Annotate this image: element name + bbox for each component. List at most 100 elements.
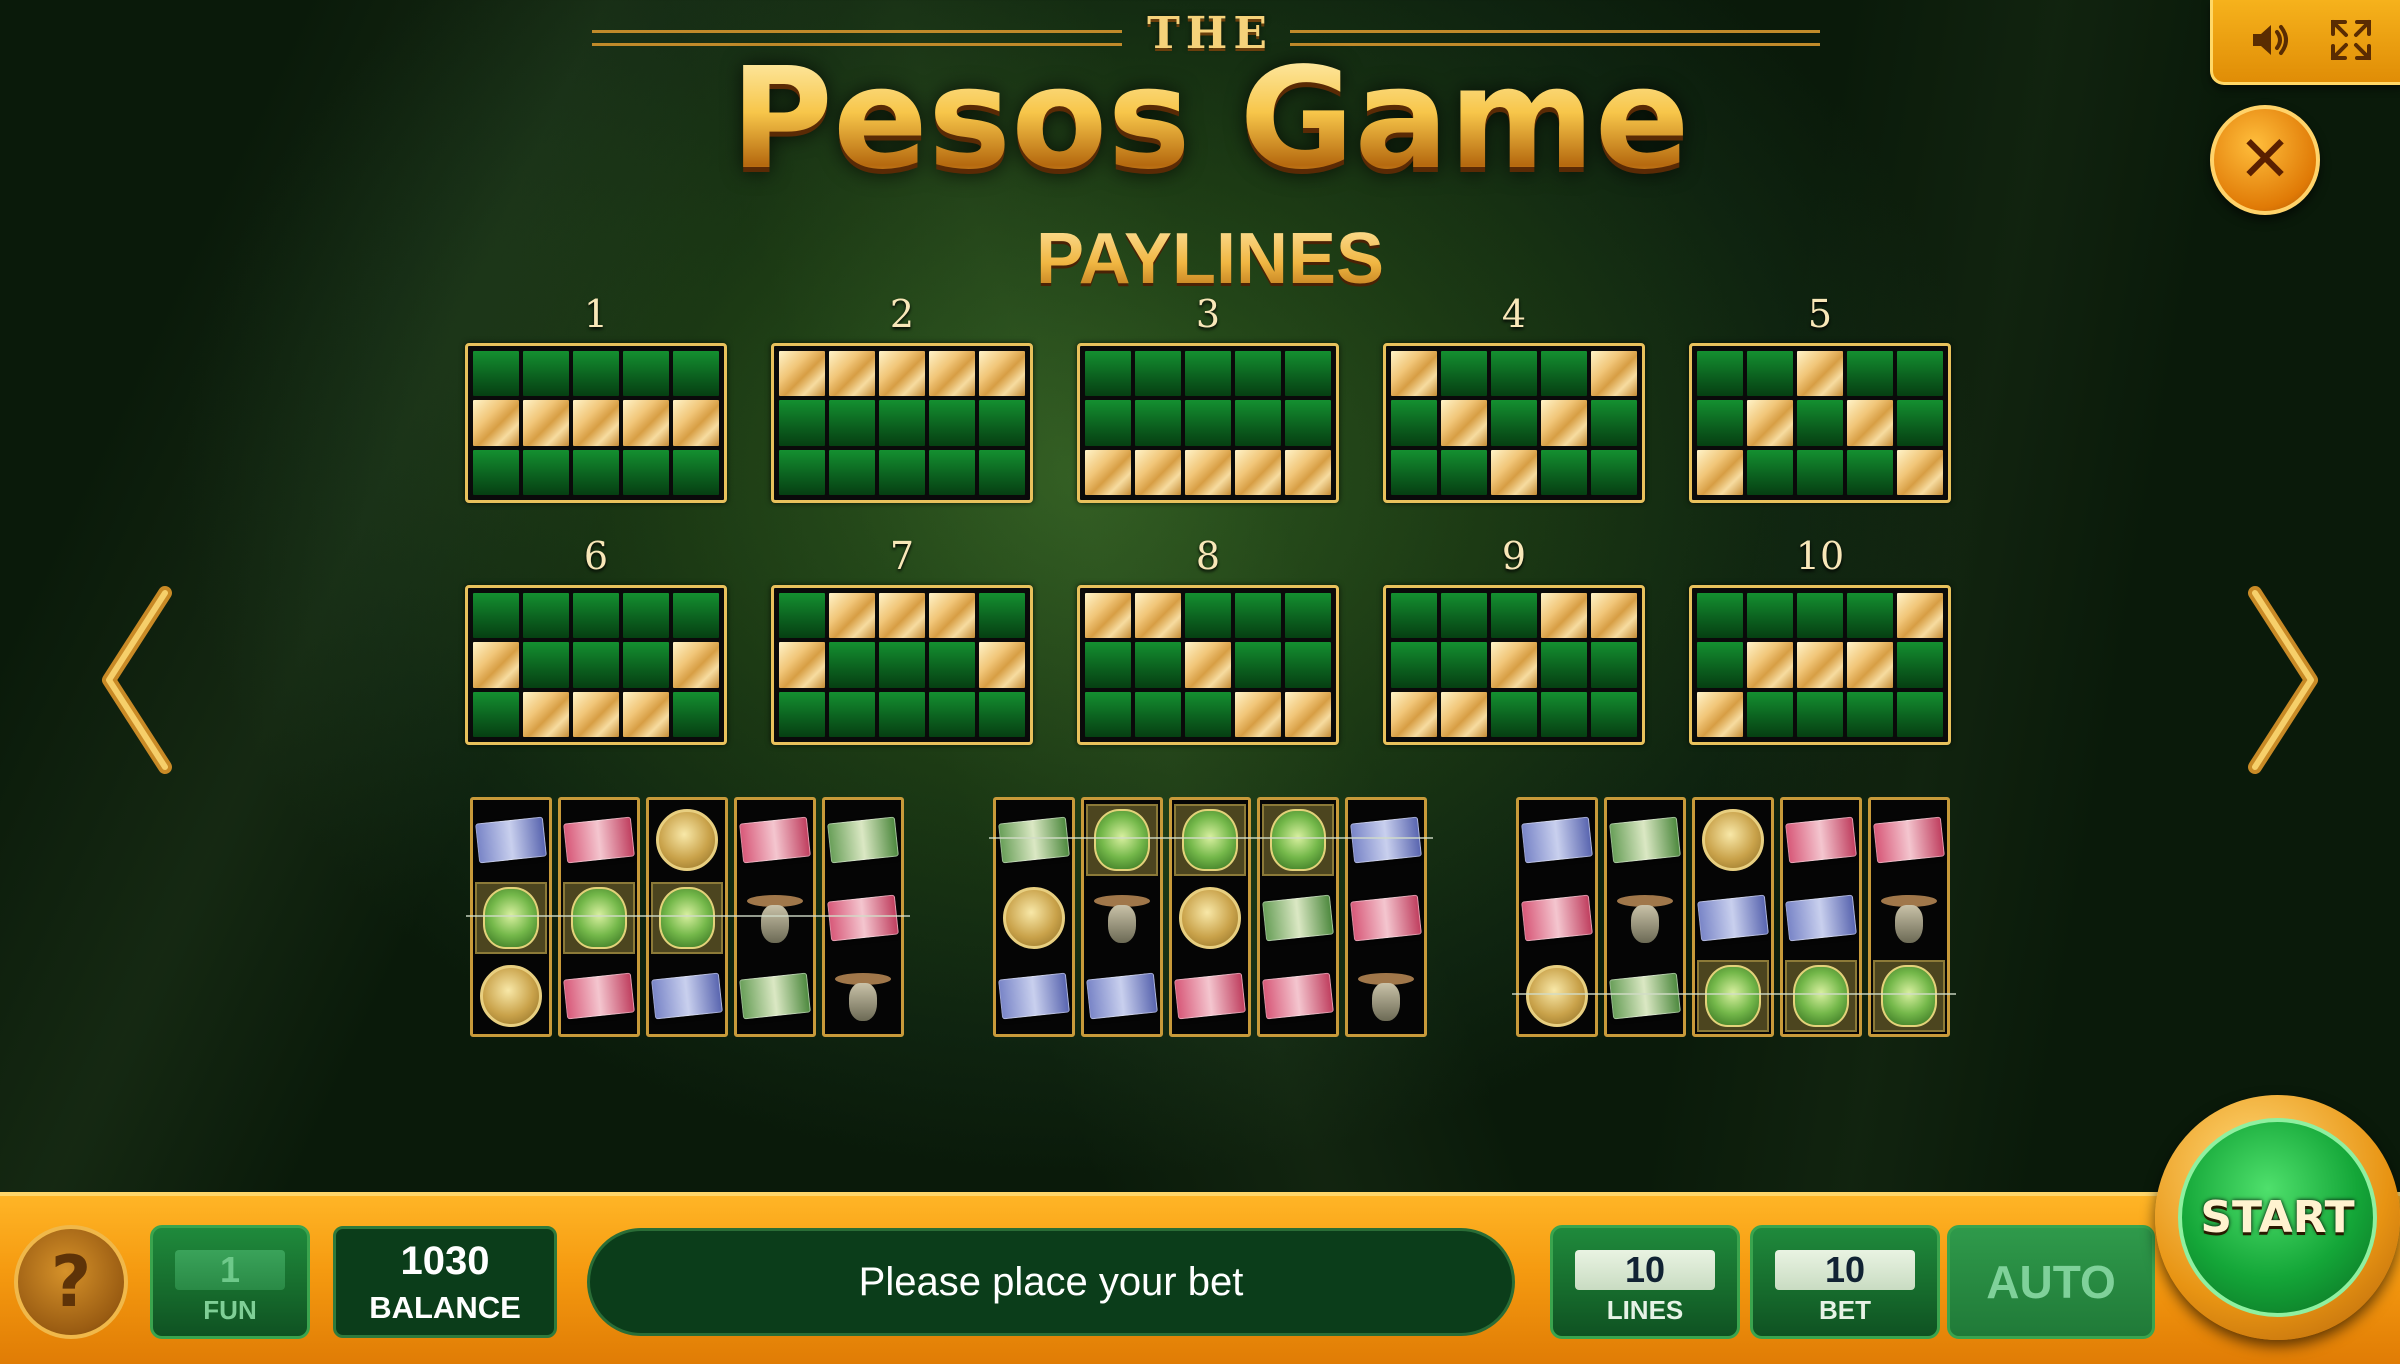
help-button[interactable]: ? <box>14 1225 128 1339</box>
payline-cell <box>1391 593 1437 639</box>
payline-cell <box>779 593 825 639</box>
bill-blue-icon <box>1521 816 1593 864</box>
reel-symbol <box>563 882 635 954</box>
payline-cell <box>523 449 569 495</box>
bet-label: BET <box>1819 1295 1871 1325</box>
payline-cell <box>673 691 719 737</box>
lines-selector[interactable]: 10 LINES <box>1550 1225 1740 1339</box>
bill-green-icon <box>1262 894 1334 942</box>
payline-cell <box>573 642 619 688</box>
reel-symbol <box>1785 806 1857 874</box>
bill-green-icon <box>1609 972 1681 1020</box>
reel-symbol <box>741 884 809 952</box>
payline-cell-active <box>779 642 825 688</box>
reel-symbol <box>1262 962 1334 1030</box>
example-reel <box>822 797 904 1037</box>
payline-cell <box>1235 593 1281 639</box>
payline-cell <box>473 593 519 639</box>
payline-cell <box>929 400 975 446</box>
reel-symbol <box>475 882 547 954</box>
bill-green-icon <box>827 816 899 864</box>
fullscreen-icon[interactable] <box>2321 12 2381 68</box>
reel-symbol <box>477 962 545 1030</box>
payline-cell <box>573 449 619 495</box>
balance-value: 1030 <box>400 1239 490 1283</box>
example-reel <box>734 797 816 1037</box>
reel-symbol <box>1875 884 1943 952</box>
payline-cell <box>673 351 719 397</box>
payline-cell <box>929 449 975 495</box>
payline-number: 3 <box>1195 292 1221 336</box>
payline-cell <box>1185 691 1231 737</box>
bill-blue-icon <box>1697 894 1769 942</box>
payline-cell <box>979 691 1025 737</box>
bet-selector[interactable]: 10 BET <box>1750 1225 1940 1339</box>
payline-number: 4 <box>1501 292 1527 336</box>
payline-cell-active <box>1491 449 1537 495</box>
payline-cell <box>1591 400 1637 446</box>
sombrero-skull-icon <box>1879 887 1939 949</box>
win-line <box>989 837 1433 839</box>
payline-diagram <box>1689 343 1951 503</box>
reel-symbol <box>651 882 723 954</box>
win-line <box>1512 993 1956 995</box>
peso-coin-icon <box>1702 809 1764 871</box>
payline-cell <box>1747 351 1793 397</box>
payline-cell <box>1135 642 1181 688</box>
start-button[interactable]: START <box>2178 1118 2377 1317</box>
speaker-icon[interactable] <box>2241 12 2301 68</box>
payline-cell <box>879 449 925 495</box>
payline-cell <box>1797 593 1843 639</box>
payline-cell-active <box>929 593 975 639</box>
auto-button[interactable]: AUTO <box>1947 1225 2155 1339</box>
peso-coin-icon <box>1526 965 1588 1027</box>
payline-cell-active <box>1391 351 1437 397</box>
payline-cell <box>1847 593 1893 639</box>
payline-cell-active <box>1541 400 1587 446</box>
peso-coin-icon <box>480 965 542 1027</box>
close-button[interactable]: ✕ <box>2210 105 2320 215</box>
payline-number: 7 <box>889 534 915 578</box>
fun-mode-panel[interactable]: 1 FUN <box>150 1225 310 1339</box>
payline-cell <box>1847 351 1893 397</box>
payline-diagram <box>771 585 1033 745</box>
payline-cell <box>1541 449 1587 495</box>
fun-label: FUN <box>203 1295 257 1325</box>
bill-red-icon <box>1174 972 1246 1020</box>
payline-cell <box>779 449 825 495</box>
payline-cell-active <box>979 642 1025 688</box>
reel-symbol <box>1785 960 1857 1032</box>
payline-cell-active <box>573 400 619 446</box>
sombrero-skull-icon <box>1356 965 1416 1027</box>
payline-cell <box>1747 691 1793 737</box>
bill-blue-icon <box>1785 894 1857 942</box>
peso-coin-icon <box>1179 887 1241 949</box>
reel-symbol <box>827 806 899 874</box>
reel-symbol <box>829 962 897 1030</box>
payline-cell-active <box>1897 449 1943 495</box>
reel-symbol <box>1350 884 1422 952</box>
reel-symbol <box>1611 884 1679 952</box>
eagle-emblem-icon <box>571 887 627 949</box>
example-reel <box>1692 797 1774 1037</box>
payline-cell-active <box>1135 593 1181 639</box>
reel-symbol <box>1176 884 1244 952</box>
payline-number: 5 <box>1807 292 1833 336</box>
payline-cell <box>1085 691 1131 737</box>
payline-cell <box>1797 691 1843 737</box>
payline-cell <box>1135 400 1181 446</box>
payline-cell-active <box>673 400 719 446</box>
bill-red-icon <box>827 894 899 942</box>
reel-symbol <box>651 962 723 1030</box>
next-page-arrow[interactable] <box>2235 585 2325 775</box>
payline-cell-active <box>1541 593 1587 639</box>
payline-cell <box>1697 351 1743 397</box>
payline-cell <box>1797 400 1843 446</box>
eagle-emblem-icon <box>1705 965 1761 1027</box>
payline-cell <box>523 642 569 688</box>
payline-cell-active <box>473 400 519 446</box>
previous-page-arrow[interactable] <box>95 585 185 775</box>
payline-cell <box>623 642 669 688</box>
payline-cell-active <box>1847 400 1893 446</box>
reel-symbol <box>1350 806 1422 874</box>
